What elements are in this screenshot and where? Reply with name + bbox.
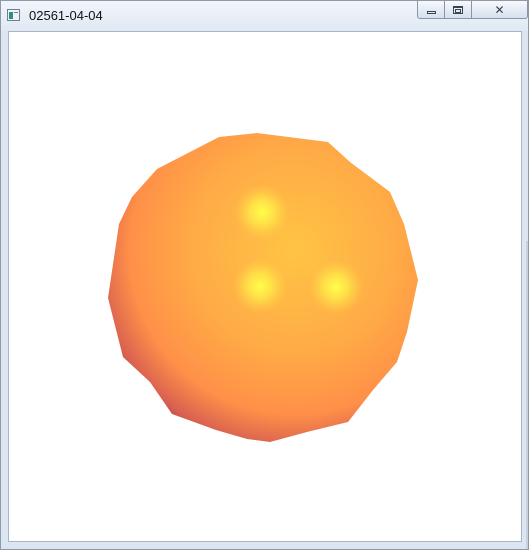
specular-highlight	[232, 258, 288, 314]
window-edge	[526, 241, 528, 549]
render-canvas[interactable]	[8, 31, 522, 542]
specular-highlight	[234, 184, 290, 240]
sphere-scene	[108, 133, 418, 442]
specular-highlight	[308, 259, 364, 315]
app-window: 02561-04-04 ✕	[0, 0, 529, 550]
